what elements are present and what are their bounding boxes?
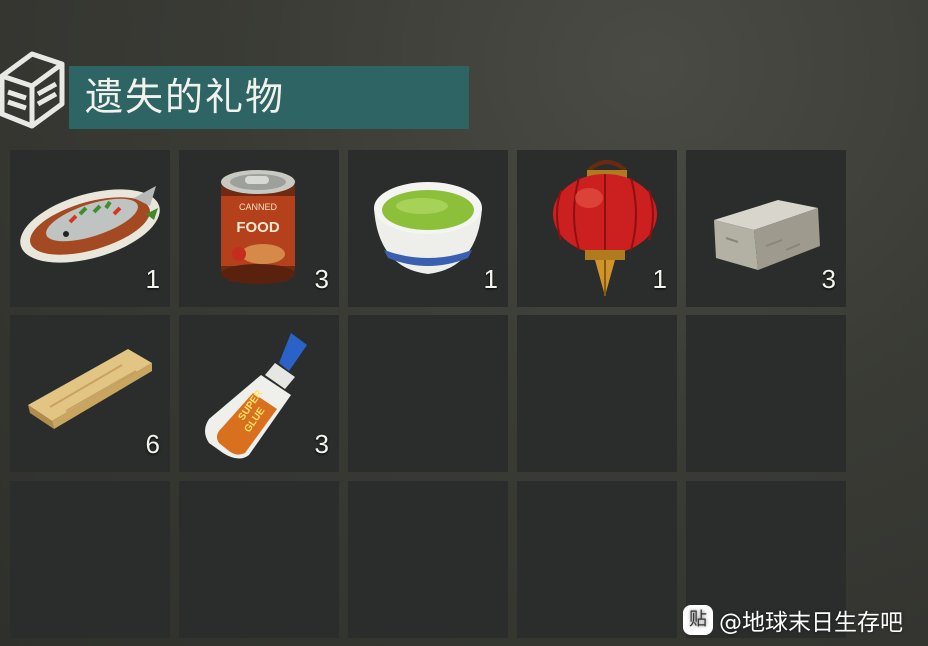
chest-icon <box>0 51 65 129</box>
inventory-slot[interactable]: 1 <box>517 150 677 307</box>
svg-text:FOOD: FOOD <box>236 219 279 236</box>
item-count: 1 <box>652 264 667 294</box>
inventory-slot[interactable]: 3 <box>686 150 846 307</box>
inventory-slot-empty[interactable] <box>179 481 339 638</box>
item-count: 1 <box>483 264 498 294</box>
inventory-header: 遗失的礼物 <box>0 46 480 136</box>
item-count: 1 <box>145 264 160 294</box>
item-count: 6 <box>145 429 160 459</box>
tieba-logo-icon: 贴 <box>683 605 713 635</box>
inventory-slot-empty[interactable] <box>348 481 508 638</box>
inventory-slot[interactable]: 1 <box>10 150 170 307</box>
inventory-slot[interactable]: 1 <box>348 150 508 307</box>
inventory-slot-empty[interactable] <box>348 315 508 472</box>
item-count: 3 <box>314 429 329 459</box>
item-count: 3 <box>821 264 836 294</box>
inventory-slot[interactable]: 6 <box>10 315 170 472</box>
inventory-grid: 1 CANNED FOOD 3 1 1 3 6 SUPER GLUE 3 <box>10 150 850 646</box>
inventory-slot-empty[interactable] <box>517 315 677 472</box>
inventory-slot-empty[interactable] <box>10 481 170 638</box>
inventory-slot[interactable]: SUPER GLUE 3 <box>179 315 339 472</box>
inventory-slot-empty[interactable] <box>517 481 677 638</box>
inventory-slot[interactable]: CANNED FOOD 3 <box>179 150 339 307</box>
watermark-text: @地球末日生存吧 <box>719 610 903 636</box>
item-count: 3 <box>314 264 329 294</box>
page-title: 遗失的礼物 <box>69 66 469 129</box>
watermark: 贴 @地球末日生存吧 <box>683 602 903 638</box>
inventory-slot-empty[interactable] <box>686 315 846 472</box>
svg-text:CANNED: CANNED <box>239 202 278 212</box>
